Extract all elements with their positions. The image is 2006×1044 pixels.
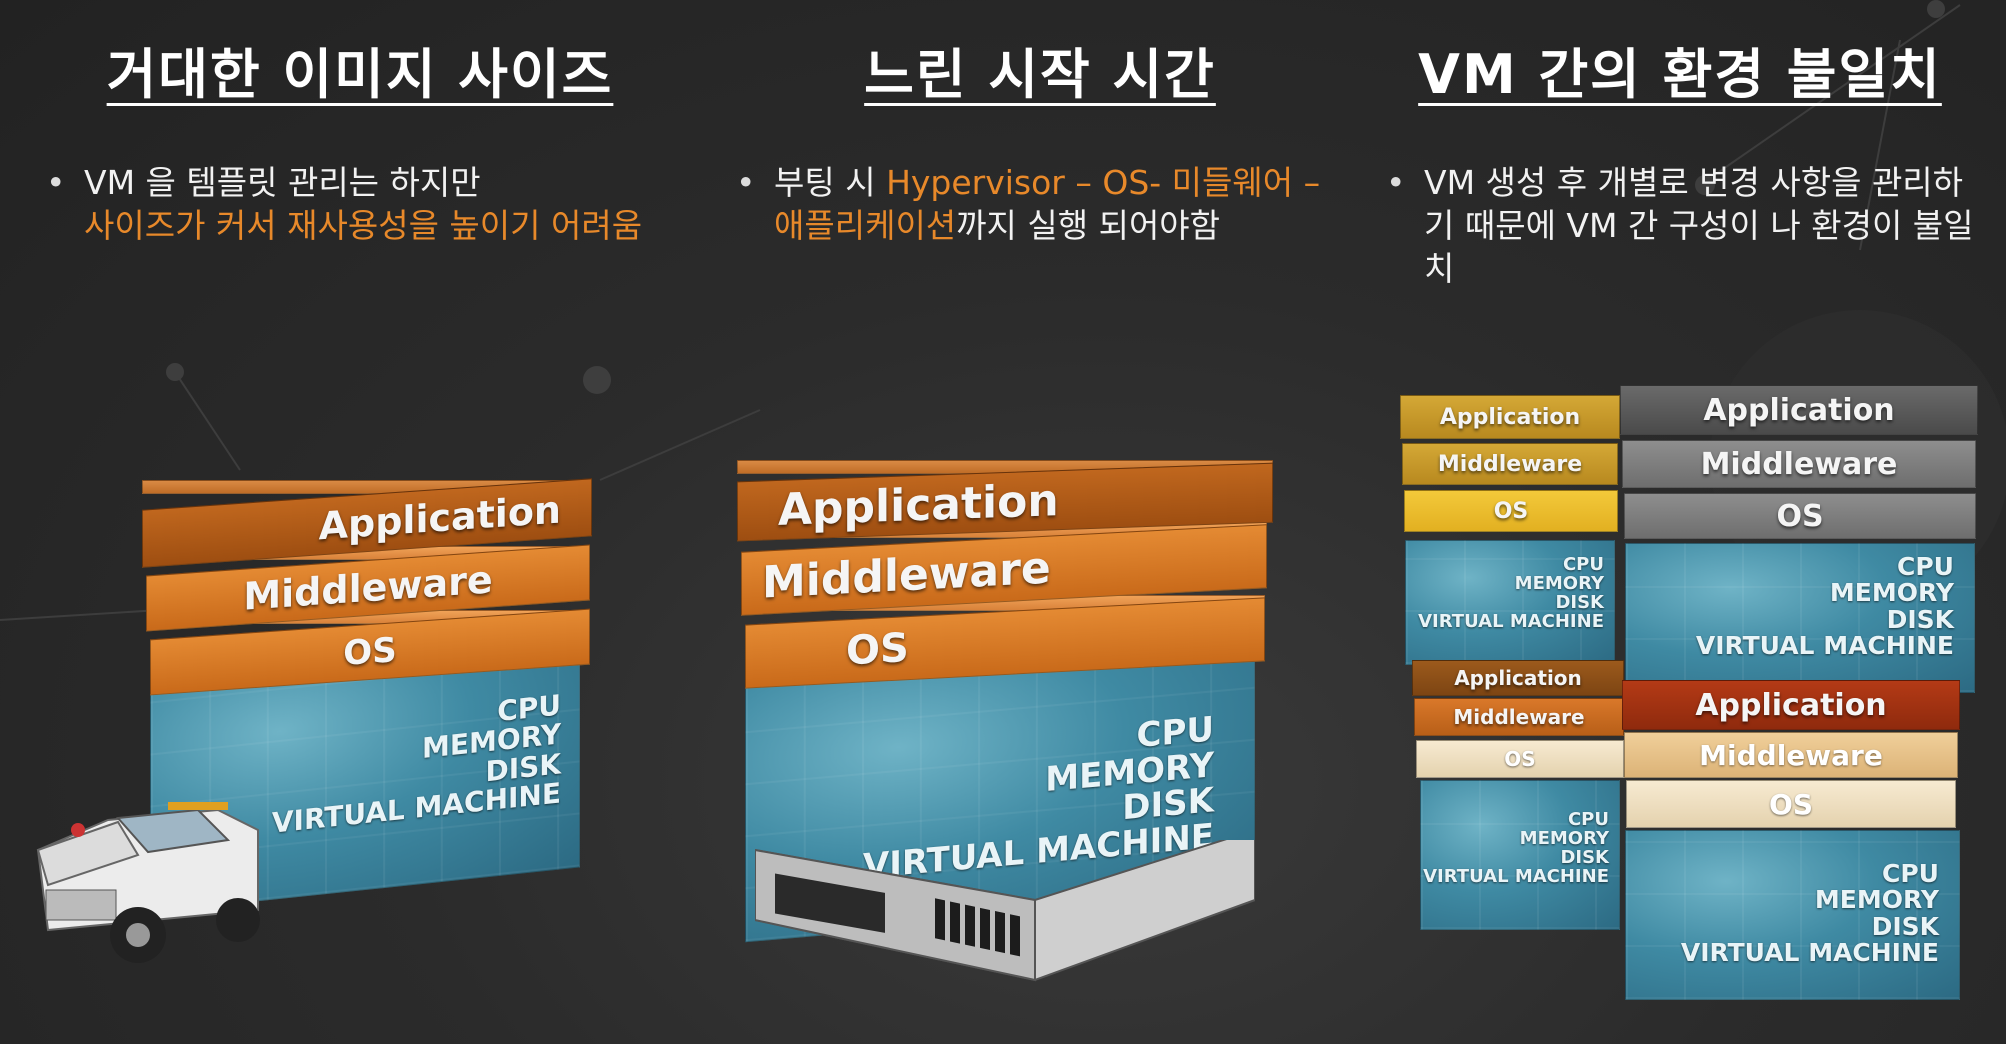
- bullet-marker: •: [1386, 163, 1406, 202]
- layer-middleware: Middleware: [1622, 440, 1976, 488]
- column-title: VM 간의 환경 불일치: [1418, 43, 1942, 106]
- vm-base-block: CPU MEMORY DISK VIRTUAL MACHINE: [1625, 543, 1975, 693]
- server-icon: [755, 840, 1255, 982]
- bullet-marker: •: [736, 163, 756, 202]
- layer-middleware: Middleware: [1414, 698, 1624, 736]
- vm-base-block: CPU MEMORY DISK VIRTUAL MACHINE: [1625, 830, 1960, 1000]
- column-title: 거대한 이미지 사이즈: [106, 43, 614, 106]
- bullet-marker: •: [46, 163, 66, 202]
- bullet-text-tail: 까지 실행 되어야함: [956, 206, 1221, 245]
- column-title: 느린 시작 시간: [864, 43, 1216, 106]
- bullet-item: • VM 을 템플릿 관리는 하지만사이즈가 커서 재사용성을 높이기 어려움: [40, 161, 680, 247]
- vm-base-block: CPU MEMORY DISK VIRTUAL MACHINE: [1420, 780, 1620, 930]
- truck-icon: [36, 802, 260, 963]
- column-env-mismatch: VM 간의 환경 불일치 • VM 생성 후 개별로 변경 사항을 관리하기 때…: [1380, 30, 1980, 290]
- vm-stack-bottom-left: CPU MEMORY DISK VIRTUAL MACHINE OS Middl…: [1410, 660, 1630, 940]
- layer-application: Application: [1620, 385, 1978, 435]
- bullet-text: 부팅 시: [774, 163, 887, 202]
- bullet-item: • VM 생성 후 개별로 변경 사항을 관리하기 때문에 VM 간 구성이 나…: [1380, 161, 1980, 290]
- bullet-item: • 부팅 시 Hypervisor – OS- 미들웨어 – 애플리케이션까지 …: [730, 161, 1350, 247]
- vm-base-block: CPU MEMORY DISK VIRTUAL MACHINE: [1405, 540, 1615, 665]
- layer-os: OS: [1626, 780, 1956, 828]
- layer-application: Application: [1412, 660, 1624, 696]
- column-image-size: 거대한 이미지 사이즈 • VM 을 템플릿 관리는 하지만사이즈가 커서 재사…: [40, 30, 680, 247]
- layer-middleware: Middleware: [1402, 443, 1618, 485]
- bullet-text: VM 을 템플릿 관리는 하지만: [84, 163, 481, 202]
- bullet-text: VM 생성 후 개별로 변경 사항을 관리하기 때문에 VM 간 구성이 나 환…: [1424, 163, 1974, 288]
- layer-application: Application: [142, 478, 592, 568]
- vm-stack-top-left: CPU MEMORY DISK VIRTUAL MACHINE OS Middl…: [1400, 395, 1625, 675]
- layer-os: OS: [1404, 490, 1618, 532]
- bullet-highlight: 사이즈가 커서 재사용성을 높이기 어려움: [84, 206, 643, 245]
- vm-stack-top-right: CPU MEMORY DISK VIRTUAL MACHINE OS Middl…: [1620, 385, 1980, 705]
- layer-os: OS: [1624, 493, 1976, 539]
- layer-application: Application: [1622, 680, 1960, 730]
- layer-application: Application: [737, 460, 1273, 542]
- layer-middleware: Middleware: [1624, 732, 1958, 778]
- column-slow-start: 느린 시작 시간 • 부팅 시 Hypervisor – OS- 미들웨어 – …: [730, 30, 1350, 247]
- layer-os: OS: [1416, 740, 1624, 778]
- vm-stack-bottom-right: CPU MEMORY DISK VIRTUAL MACHINE OS Middl…: [1620, 680, 1970, 1010]
- layer-application: Application: [1400, 395, 1620, 439]
